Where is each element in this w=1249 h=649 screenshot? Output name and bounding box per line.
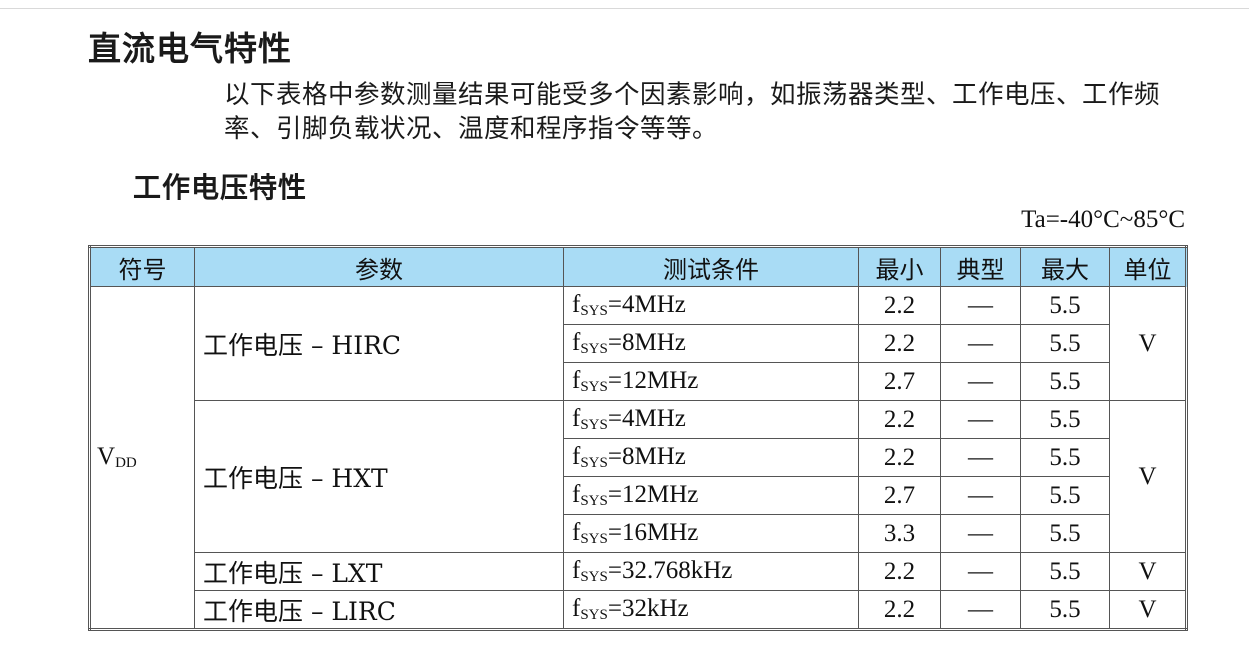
condition-cell: fSYS=32.768kHz: [563, 552, 859, 591]
min-cell: 2.7: [858, 476, 941, 515]
cond-subscript: SYS: [580, 531, 608, 547]
condition-cell: fSYS=16MHz: [563, 514, 859, 553]
max-cell: 5.5: [1020, 438, 1110, 477]
cond-subscript: SYS: [580, 303, 608, 319]
max-cell: 5.5: [1020, 552, 1110, 591]
typ-cell: —: [940, 552, 1021, 591]
table-row: 工作电压 – LIRC fSYS=32kHz 2.2—5.5 V: [90, 590, 1187, 630]
max-cell: 5.5: [1020, 362, 1110, 401]
cond-subscript: SYS: [580, 607, 608, 623]
max-cell: 5.5: [1020, 324, 1110, 363]
max-cell: 5.5: [1020, 400, 1110, 439]
top-divider: [0, 8, 1249, 9]
typ-cell: —: [940, 324, 1021, 363]
condition-cell: fSYS=12MHz: [563, 362, 859, 401]
condition-cell: fSYS=8MHz: [563, 324, 859, 363]
subsection-title: 工作电压特性: [133, 171, 308, 204]
cond-value: =32kHz: [607, 595, 689, 622]
cond-value: =8MHz: [607, 329, 686, 356]
cond-subscript: SYS: [580, 493, 608, 509]
cond-subscript: SYS: [580, 379, 608, 395]
typ-cell: —: [940, 438, 1021, 477]
header-test-condition: 测试条件: [563, 246, 859, 287]
typ-cell: —: [940, 400, 1021, 439]
condition-cell: fSYS=32kHz: [563, 590, 859, 630]
cond-value: =32.768kHz: [607, 557, 733, 584]
cond-value: =8MHz: [607, 443, 686, 470]
header-max: 最大: [1020, 246, 1110, 287]
condition-cell: fSYS=4MHz: [563, 286, 859, 325]
parameter-cell: 工作电压 – HIRC: [194, 286, 564, 401]
min-cell: 2.2: [858, 590, 941, 630]
condition-cell: fSYS=12MHz: [563, 476, 859, 515]
cond-subscript: SYS: [580, 569, 608, 585]
typ-cell: —: [940, 362, 1021, 401]
unit-cell: V: [1109, 400, 1187, 553]
cond-subscript: SYS: [580, 417, 608, 433]
min-cell: 2.2: [858, 400, 941, 439]
max-cell: 5.5: [1020, 514, 1110, 553]
header-min: 最小: [858, 246, 941, 287]
parameter-cell: 工作电压 – LXT: [194, 552, 564, 591]
min-cell: 2.2: [858, 324, 941, 363]
cond-value: =12MHz: [607, 367, 699, 394]
typ-cell: —: [940, 590, 1021, 630]
table-row: 工作电压 – LXT fSYS=32.768kHz 2.2—5.5 V: [90, 552, 1187, 591]
cond-subscript: SYS: [580, 455, 608, 471]
typ-cell: —: [940, 476, 1021, 515]
spec-table: 符号 参数 测试条件 最小 典型 最大 单位 VDD 工作电压 – HIRC fSY…: [88, 245, 1188, 631]
cond-value: =4MHz: [607, 405, 686, 432]
unit-cell: V: [1109, 286, 1187, 401]
table-row: 工作电压 – HXT fSYS=4MHz 2.2—5.5 V: [90, 400, 1187, 553]
condition-cell: fSYS=4MHz: [563, 400, 859, 439]
table-header-row: 符号 参数 测试条件 最小 典型 最大 单位: [89, 246, 1187, 287]
header-symbol: 符号: [89, 246, 195, 287]
min-cell: 2.2: [858, 286, 941, 325]
min-cell: 2.2: [858, 552, 941, 591]
parameter-cell: 工作电压 – LIRC: [194, 590, 564, 630]
typ-cell: —: [940, 514, 1021, 553]
min-cell: 3.3: [858, 514, 941, 553]
header-unit: 单位: [1109, 246, 1187, 287]
max-cell: 5.5: [1020, 590, 1110, 630]
unit-cell: V: [1109, 590, 1187, 630]
cond-value: =4MHz: [607, 291, 686, 318]
header-parameter: 参数: [194, 246, 564, 287]
unit-cell: V: [1109, 552, 1187, 591]
condition-cell: fSYS=8MHz: [563, 438, 859, 477]
symbol-subscript: DD: [115, 455, 137, 471]
cond-subscript: SYS: [580, 341, 608, 357]
symbol-vdd: VDD: [89, 286, 195, 630]
typ-cell: —: [940, 286, 1021, 325]
header-typ: 典型: [940, 246, 1021, 287]
cond-value: =16MHz: [607, 519, 699, 546]
temperature-condition: Ta=-40°C~85°C: [1021, 206, 1185, 233]
section-title: 直流电气特性: [88, 29, 292, 68]
intro-paragraph: 以下表格中参数测量结果可能受多个因素影响，如振荡器类型、工作电压、工作频率、引脚…: [224, 80, 1161, 144]
table-row: VDD 工作电压 – HIRC fSYS=4MHz 2.2—5.5 V: [89, 286, 1187, 630]
max-cell: 5.5: [1020, 476, 1110, 515]
min-cell: 2.7: [858, 362, 941, 401]
min-cell: 2.2: [858, 438, 941, 477]
max-cell: 5.5: [1020, 286, 1110, 325]
parameter-cell: 工作电压 – HXT: [194, 400, 564, 553]
cond-value: =12MHz: [607, 481, 699, 508]
symbol-main: V: [97, 443, 116, 470]
